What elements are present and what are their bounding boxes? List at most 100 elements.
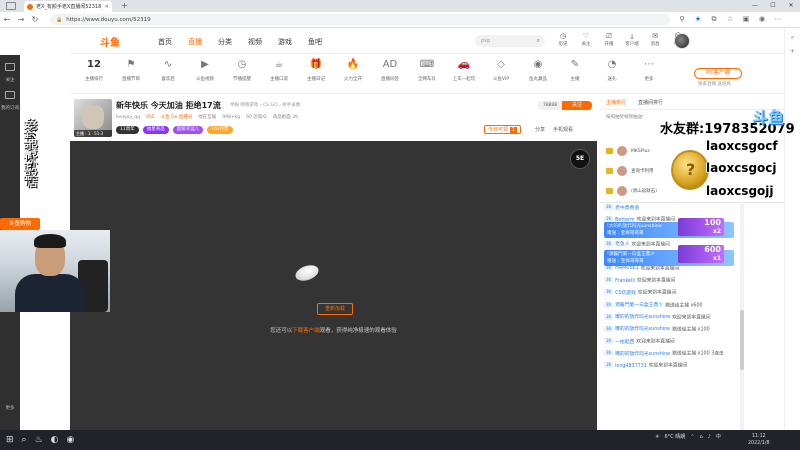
chat-username[interactable]: 曝的的放炸吗光sunshine — [615, 315, 670, 320]
room-badge[interactable]: 斗鱼 Go 直播间 — [161, 114, 193, 120]
chat-username[interactable]: long4837731 — [615, 364, 647, 369]
search-icon[interactable]: ⌕ — [785, 34, 800, 42]
category-item[interactable]: 🔥 火力全开 — [335, 58, 371, 82]
site-search-input[interactable]: pvp ⌕ — [475, 35, 545, 47]
chat-username[interactable]: CS玩游戏 — [615, 291, 636, 296]
bookmark-star-icon[interactable]: ★ — [692, 15, 704, 24]
favorites-icon[interactable]: ☆ — [724, 15, 736, 24]
follow-button[interactable]: 关注 — [562, 101, 592, 110]
chat-username[interactable]: Frankelli — [615, 279, 635, 284]
ime-icon[interactable]: 中 — [716, 433, 721, 440]
chat-username[interactable]: 曝的的放炸吗光sunshine — [615, 352, 670, 357]
shop-badge[interactable]: 斗鱼购物 — [0, 218, 40, 230]
subscribe-icon[interactable] — [5, 91, 15, 99]
plus-icon[interactable]: + — [785, 48, 800, 55]
follow-list-icon[interactable] — [5, 63, 15, 71]
reload-stream-button[interactable]: 重新加载 — [317, 303, 353, 315]
daily-claim-box[interactable]: 今日可领 1 — [484, 125, 521, 134]
left-label-more[interactable]: 更多 — [0, 405, 20, 411]
category-item[interactable]: ◉ 鱼丸藏品 — [520, 58, 556, 82]
menu-yuba[interactable]: 鱼吧 — [308, 37, 322, 47]
mobile-watch-button[interactable]: 手机观看 — [553, 126, 573, 133]
history-button[interactable]: ◷ 历史 — [555, 32, 571, 47]
url-field[interactable]: 🔒 https://www.douyu.com/52319 — [50, 14, 670, 25]
back-icon[interactable]: ← — [0, 15, 14, 24]
menu-home[interactable]: 首页 — [158, 37, 172, 47]
menu-games[interactable]: 游戏 — [278, 37, 292, 47]
client-button[interactable]: ⤓ 客户端 — [624, 32, 640, 47]
share-button[interactable]: 分享 — [535, 126, 545, 133]
category-item[interactable]: ◔ 送礼 — [594, 58, 630, 82]
category-item[interactable]: ⌨ 全网车队 — [409, 58, 445, 82]
taskbar-search-icon[interactable]: ⌕ — [22, 434, 27, 446]
maximize-icon[interactable]: ☐ — [764, 0, 782, 12]
owner-name[interactable]: lovejoy_qq — [116, 115, 140, 120]
category-item[interactable]: ⋯ 更多 — [631, 58, 667, 82]
new-tab-icon[interactable]: + — [121, 1, 128, 10]
zoom-icon[interactable]: ⚲ — [676, 15, 688, 24]
category-item[interactable]: ⚑ 直播节目 — [113, 58, 149, 82]
category-item[interactable]: ◇ 斗鱼VIP — [483, 58, 519, 82]
streamer-avatar[interactable]: 主播 · 1 · 51·3 — [74, 99, 112, 137]
chat-username[interactable]: HAMUSE1 — [615, 266, 639, 271]
tab-room-rank[interactable]: 直播间排行 — [632, 96, 669, 109]
category-item[interactable]: ✎ 主播 — [557, 58, 593, 82]
category-item[interactable]: ◷ 节播提醒 — [224, 58, 260, 82]
pc-client-button[interactable]: PC客户端 — [694, 68, 742, 79]
category-item[interactable]: ▶ 斗鱼视频 — [187, 58, 223, 82]
chat-username[interactable]: 一拍起西 — [615, 340, 634, 345]
forward-icon[interactable]: → — [14, 15, 28, 24]
category-item[interactable]: AD 直播间签 — [372, 58, 408, 82]
room-meta[interactable]: 举报 网络游戏 › CS:GO › 射手录像 — [230, 102, 300, 108]
anniversary-pill[interactable]: 11周年 — [116, 126, 139, 134]
browser-tab[interactable]: 老X_有颜手老X直播间52318_在 ✕ — [24, 1, 112, 12]
follow-button[interactable]: ♡ 关注 — [578, 32, 594, 47]
close-tab-icon[interactable]: ✕ — [105, 4, 109, 10]
video-player[interactable]: 重新加载 您还可以下载客户端观看，获得纯净极速的观看体验 5E — [70, 141, 597, 430]
chat-username[interactable]: 源酱門第一白盒王鼎少 — [615, 303, 663, 308]
reload-icon[interactable]: ↻ — [28, 15, 42, 24]
minimize-icon[interactable]: — — [746, 0, 764, 12]
menu-live[interactable]: 直播 — [188, 37, 202, 47]
rank-row[interactable]: 查询卡利用 — [606, 166, 654, 176]
chat-username[interactable]: 老中鼎香道 — [615, 206, 639, 211]
weather-text[interactable]: 6°C 晴朗 — [664, 433, 685, 440]
volume-icon[interactable]: ♪ — [708, 434, 711, 440]
user-avatar[interactable] — [674, 33, 690, 49]
collections-icon[interactable]: ▣ — [740, 15, 752, 24]
weather-icon[interactable]: ☀ — [655, 434, 659, 440]
steam-icon[interactable]: ♨ — [35, 434, 43, 446]
left-label-subscribe[interactable]: 我的订阅 — [0, 105, 20, 111]
chat-username[interactable]: 曝的的放炸吗光sunshine — [615, 327, 670, 332]
clock[interactable]: 11:12 2022/1/8 — [748, 433, 770, 447]
obs-icon[interactable]: ◉ — [67, 434, 75, 446]
windows-start-icon[interactable]: ⊞ — [6, 434, 14, 446]
tab-streamer-rank[interactable]: 主播排行 — [600, 96, 632, 109]
chat-username[interactable]: 老鱼人 — [615, 242, 629, 247]
super-lucky-pill[interactable]: 超级幸运儿 — [172, 126, 204, 134]
more-menu-icon[interactable]: ⋯ — [772, 15, 784, 24]
tab-groups-icon[interactable]: ⧉ — [708, 15, 720, 24]
menu-video[interactable]: 视频 — [248, 37, 262, 47]
left-label-follow[interactable]: 关注 — [0, 77, 20, 83]
search-icon[interactable]: ⌕ — [537, 35, 540, 47]
ticket-pill[interactable]: 16k月票 — [207, 126, 233, 134]
rank-row[interactable]: MKSPlus — [606, 146, 650, 156]
category-item[interactable]: ☕ 主播口袋 — [261, 58, 297, 82]
tray-chevron-icon[interactable]: ⌃ — [690, 434, 694, 440]
download-client-link[interactable]: 下载客户端 — [292, 328, 320, 334]
edge-icon[interactable]: ◐ — [51, 434, 59, 446]
lucky-pill[interactable]: 福星商品 — [142, 126, 169, 134]
broadcast-button[interactable]: ⎚ 开播 — [601, 32, 617, 47]
messages-button[interactable]: ✉ 消息 — [647, 32, 663, 47]
category-item[interactable]: 🎁 主播日记 — [298, 58, 334, 82]
category-item[interactable]: 🚗 上车一起玩 — [446, 58, 482, 82]
chat-scroll-thumb[interactable] — [740, 310, 744, 370]
category-item[interactable]: 12 主播排行 — [76, 58, 112, 82]
close-window-icon[interactable]: ✕ — [782, 0, 800, 12]
network-icon[interactable]: ⌂ — [699, 434, 702, 440]
category-item[interactable]: ∿ 喜欢后 — [150, 58, 186, 82]
profile-icon[interactable]: ◉ — [756, 15, 768, 24]
douyu-logo[interactable]: 斗鱼 — [100, 34, 120, 49]
menu-categories[interactable]: 分类 — [218, 37, 232, 47]
